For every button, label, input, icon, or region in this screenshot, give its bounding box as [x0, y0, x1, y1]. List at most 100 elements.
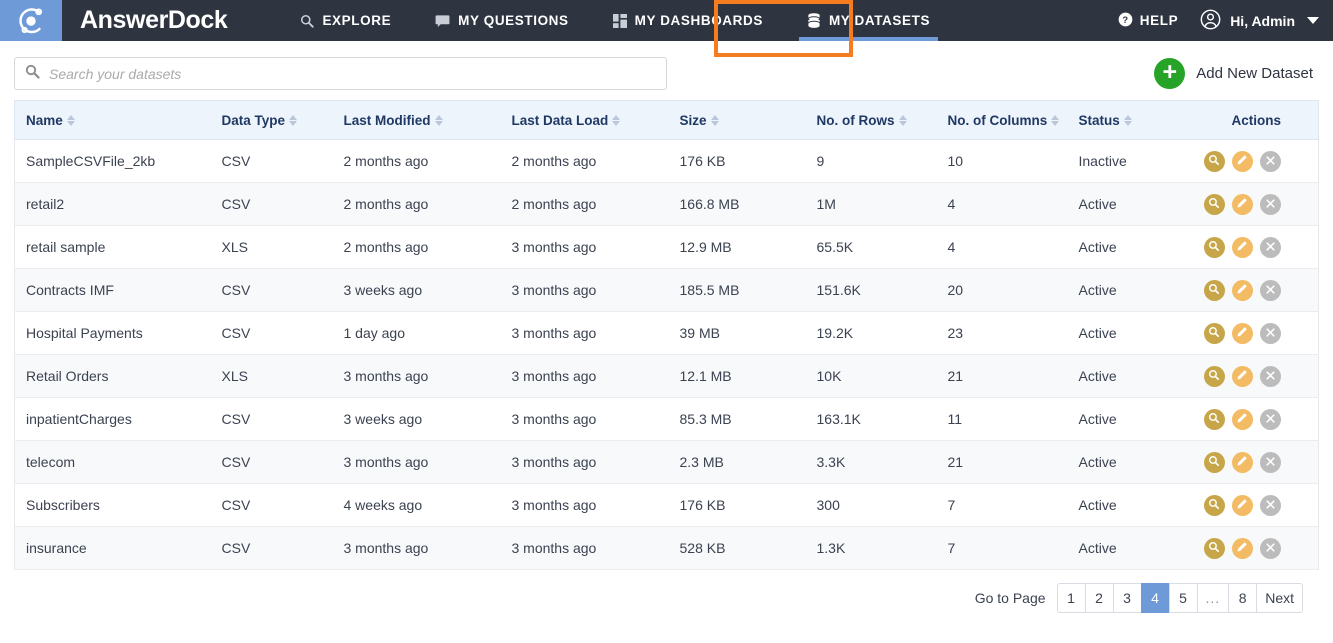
sort-icon[interactable] [710, 114, 719, 126]
add-new-dataset-label: Add New Dataset [1196, 65, 1313, 82]
view-dataset-button[interactable] [1203, 365, 1225, 387]
nav-item-my-dashboards[interactable]: MY DASHBOARDS [591, 0, 785, 41]
column-header-size[interactable]: Size [668, 100, 806, 140]
sort-icon[interactable] [434, 114, 443, 126]
view-dataset-button[interactable] [1203, 279, 1225, 301]
table-row[interactable]: Retail Orders XLS 3 months ago 3 months ago… [14, 354, 1319, 398]
table-row[interactable]: Contracts IMF CSV 3 weeks ago 3 months ago 1… [14, 268, 1319, 312]
nav-item-my-questions[interactable]: MY QUESTIONS [413, 0, 590, 41]
table-row[interactable]: Hospital Payments CSV 1 day ago 3 months ag… [14, 311, 1319, 355]
delete-dataset-button[interactable] [1259, 365, 1281, 387]
column-label: Data Type [221, 112, 286, 128]
nav-item-my-datasets[interactable]: MY DATASETS [785, 0, 952, 41]
pagination-ellipsis: ... [1196, 583, 1229, 613]
delete-dataset-button[interactable] [1259, 408, 1281, 430]
dataset-last-data-load: 3 months ago [500, 526, 669, 570]
dataset-status: Active [1067, 225, 1193, 269]
delete-dataset-button[interactable] [1259, 150, 1281, 172]
sort-icon[interactable] [898, 114, 907, 126]
sort-icon[interactable] [1123, 114, 1132, 126]
view-dataset-button[interactable] [1203, 494, 1225, 516]
delete-dataset-button[interactable] [1259, 193, 1281, 215]
edit-dataset-button[interactable] [1231, 408, 1253, 430]
view-dataset-button[interactable] [1203, 322, 1225, 344]
delete-dataset-button[interactable] [1259, 451, 1281, 473]
table-row[interactable]: retail2 CSV 2 months ago 2 months ago 166.8 … [14, 182, 1319, 226]
user-menu[interactable]: Hi, Admin [1200, 9, 1319, 33]
edit-dataset-button[interactable] [1231, 193, 1253, 215]
column-header-last-modified[interactable]: Last Modified [332, 100, 501, 140]
column-header-name[interactable]: Name [14, 100, 211, 140]
delete-dataset-button[interactable] [1259, 494, 1281, 516]
pencil-icon [1236, 540, 1248, 556]
sort-icon[interactable] [66, 114, 75, 126]
magnifier-icon [1208, 153, 1220, 169]
pagination-page-8[interactable]: 8 [1228, 583, 1257, 613]
table-row[interactable]: SampleCSVFile_2kb CSV 2 months ago 2 months… [14, 139, 1319, 183]
view-dataset-button[interactable] [1203, 537, 1225, 559]
nav-label-explore: EXPLORE [322, 13, 392, 28]
edit-dataset-button[interactable] [1231, 494, 1253, 516]
dataset-type: CSV [210, 311, 333, 355]
pagination-page-2[interactable]: 2 [1084, 583, 1113, 613]
row-actions [1193, 236, 1318, 258]
table-row[interactable]: retail sample XLS 2 months ago 3 months ago… [14, 225, 1319, 269]
pagination-page-1[interactable]: 1 [1056, 583, 1085, 613]
delete-dataset-button[interactable] [1259, 537, 1281, 559]
dataset-last-modified: 2 months ago [332, 225, 501, 269]
nav-item-explore[interactable]: EXPLORE [278, 0, 413, 41]
column-header-data-type[interactable]: Data Type [210, 100, 333, 140]
view-dataset-button[interactable] [1203, 193, 1225, 215]
table-row[interactable]: Subscribers CSV 4 weeks ago 3 months ago 176… [14, 483, 1319, 527]
delete-dataset-button[interactable] [1259, 236, 1281, 258]
pagination-next-button[interactable]: Next [1256, 583, 1303, 613]
app-logo[interactable] [0, 0, 62, 41]
edit-dataset-button[interactable] [1231, 236, 1253, 258]
search-input[interactable] [49, 65, 656, 82]
edit-dataset-button[interactable] [1231, 279, 1253, 301]
column-header-status[interactable]: Status [1067, 100, 1193, 140]
top-navigation-bar: AnswerDock EXPLORE MY QUESTIONS MY DASHB… [0, 0, 1333, 57]
close-x-icon [1265, 540, 1276, 556]
table-row[interactable]: insurance CSV 3 months ago 3 months ago 528 … [14, 526, 1319, 570]
dataset-size: 12.9 MB [668, 225, 806, 269]
add-new-dataset-button[interactable]: + Add New Dataset [1154, 58, 1319, 89]
delete-dataset-button[interactable] [1259, 322, 1281, 344]
view-dataset-button[interactable] [1203, 451, 1225, 473]
sort-icon[interactable] [289, 114, 298, 126]
dataset-columns: 23 [936, 311, 1068, 355]
search-box[interactable] [14, 57, 667, 90]
pagination-page-5[interactable]: 5 [1168, 583, 1197, 613]
close-x-icon [1265, 282, 1276, 298]
dataset-columns: 20 [936, 268, 1068, 312]
delete-dataset-button[interactable] [1259, 279, 1281, 301]
edit-dataset-button[interactable] [1231, 451, 1253, 473]
dataset-last-modified: 2 months ago [332, 182, 501, 226]
row-actions-cell [1192, 268, 1319, 312]
column-header-no-of-columns[interactable]: No. of Columns [936, 100, 1068, 140]
dataset-columns: 7 [936, 526, 1068, 570]
chevron-down-icon[interactable] [1307, 17, 1319, 24]
view-dataset-button[interactable] [1203, 150, 1225, 172]
pagination-page-3[interactable]: 3 [1112, 583, 1141, 613]
column-header-no-of-rows[interactable]: No. of Rows [805, 100, 937, 140]
dataset-type: XLS [210, 354, 333, 398]
view-dataset-button[interactable] [1203, 236, 1225, 258]
view-dataset-button[interactable] [1203, 408, 1225, 430]
sort-icon[interactable] [612, 114, 621, 126]
row-actions [1193, 279, 1318, 301]
edit-dataset-button[interactable] [1231, 537, 1253, 559]
edit-dataset-button[interactable] [1231, 322, 1253, 344]
edit-dataset-button[interactable] [1231, 365, 1253, 387]
dataset-type: CSV [210, 483, 333, 527]
edit-dataset-button[interactable] [1231, 150, 1253, 172]
row-actions [1193, 451, 1318, 473]
help-button[interactable]: ? HELP [1118, 12, 1178, 30]
sort-icon[interactable] [1051, 114, 1060, 126]
dataset-rows: 65.5K [805, 225, 937, 269]
table-row[interactable]: inpatientCharges CSV 3 weeks ago 3 months a… [14, 397, 1319, 441]
pagination: Go to Page 1 2 3 4 5... 8 Next [14, 570, 1319, 613]
column-header-last-data-load[interactable]: Last Data Load [500, 100, 669, 140]
pagination-page-4[interactable]: 4 [1140, 583, 1169, 613]
table-row[interactable]: telecom CSV 3 months ago 3 months ago 2.3 MB… [14, 440, 1319, 484]
